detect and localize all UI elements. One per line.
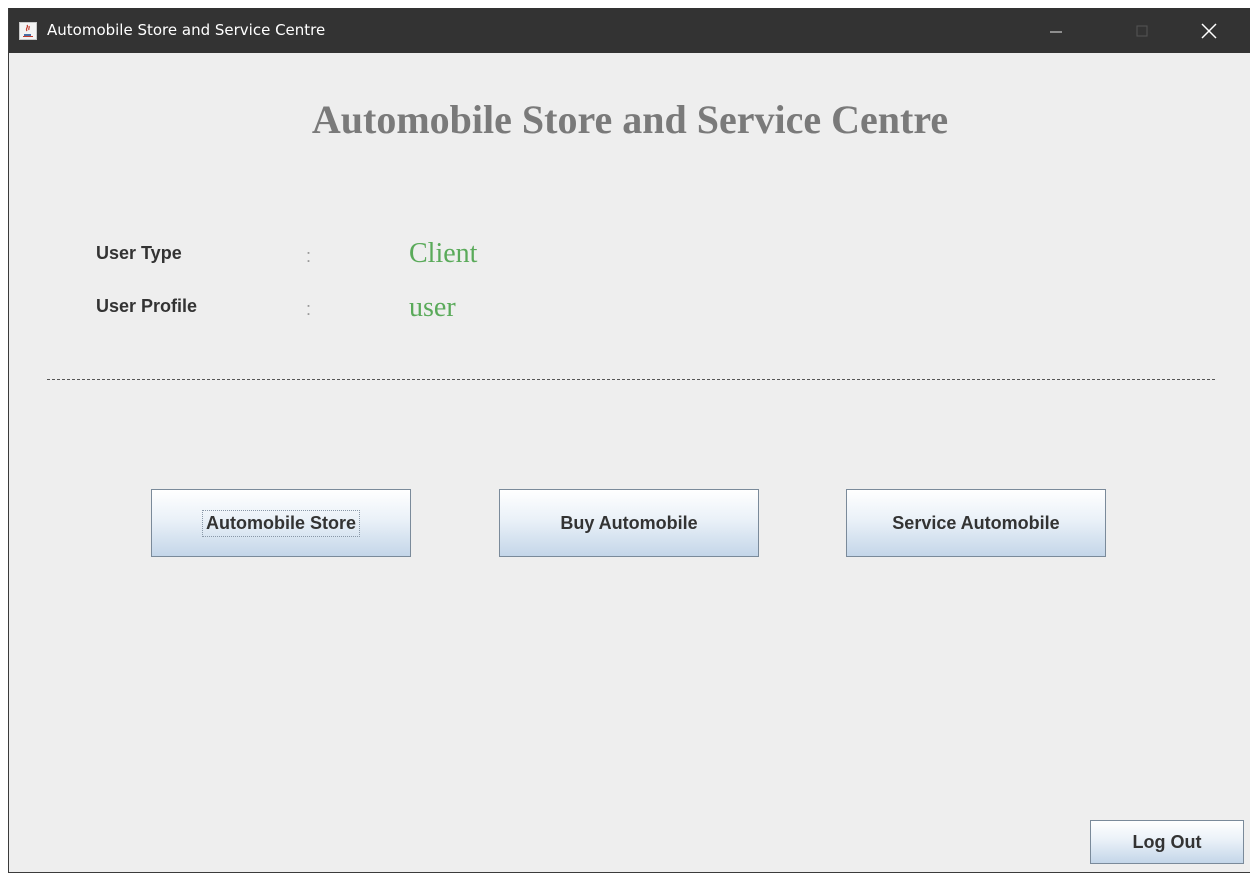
buy-automobile-button[interactable]: Buy Automobile xyxy=(499,489,759,557)
window-title: Automobile Store and Service Centre xyxy=(47,21,326,39)
title-bar[interactable]: Automobile Store and Service Centre xyxy=(9,8,1250,53)
page-title: Automobile Store and Service Centre xyxy=(311,97,949,142)
maximize-icon xyxy=(1136,25,1148,37)
service-automobile-button[interactable]: Service Automobile xyxy=(846,489,1106,557)
automobile-store-button[interactable]: Automobile Store xyxy=(151,489,411,557)
service-automobile-button-label: Service Automobile xyxy=(892,512,1060,533)
user-type-label: User Type xyxy=(96,243,182,263)
user-type-colon: : xyxy=(306,246,312,266)
user-profile-colon: : xyxy=(306,299,312,319)
buy-automobile-button-label: Buy Automobile xyxy=(560,512,698,533)
application-window: Automobile Store and Service Centre Auto… xyxy=(8,8,1250,873)
log-out-button[interactable]: Log Out xyxy=(1090,820,1244,864)
minimize-button[interactable] xyxy=(1033,8,1079,53)
log-out-button-label: Log Out xyxy=(1132,831,1202,852)
close-icon xyxy=(1201,23,1217,39)
java-cup-icon[interactable] xyxy=(19,22,37,40)
minimize-icon xyxy=(1050,31,1062,33)
close-button[interactable] xyxy=(1186,8,1232,53)
automobile-store-button-label: Automobile Store xyxy=(201,509,360,537)
user-type-value: Client xyxy=(409,238,478,269)
separator-line xyxy=(47,379,1215,380)
maximize-button[interactable] xyxy=(1119,8,1165,53)
user-profile-value: user xyxy=(409,292,456,323)
user-profile-label: User Profile xyxy=(96,296,198,316)
